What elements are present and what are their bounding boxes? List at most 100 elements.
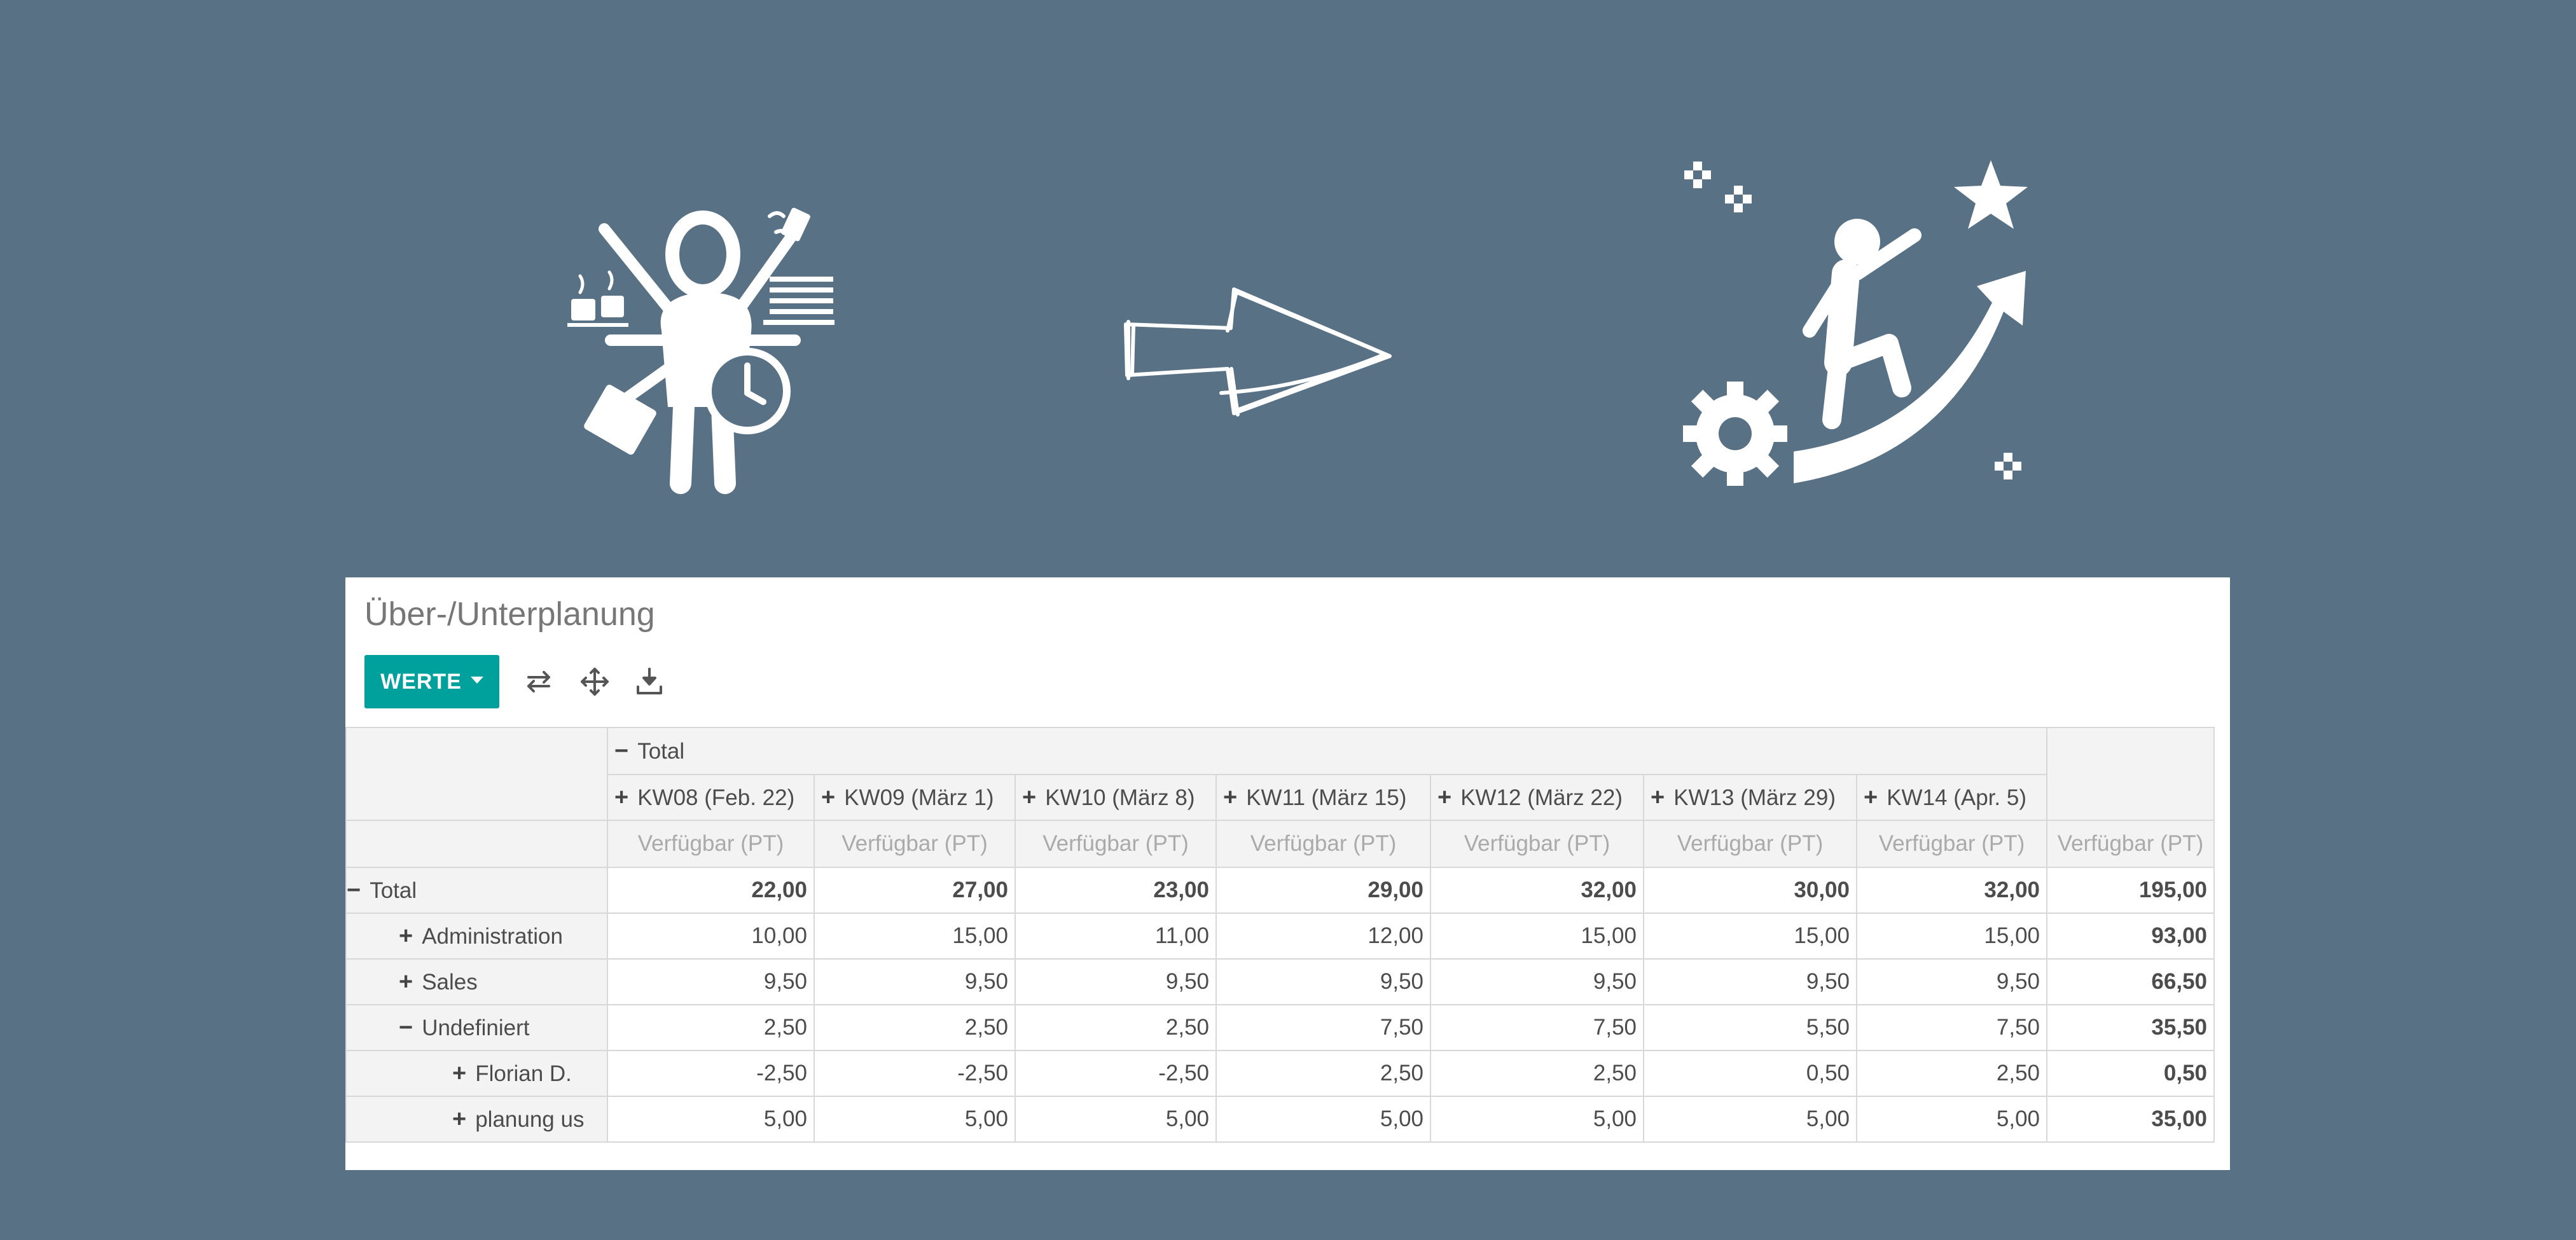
table-cell[interactable]: 32,00 (1430, 867, 1644, 914)
pivot-panel: Über-/Unterplanung WERTE − Total + KW08 … (345, 577, 2230, 1170)
row-total-cell[interactable]: 93,00 (2046, 913, 2215, 960)
table-cell[interactable]: 5,50 (1643, 1004, 1857, 1051)
row-label: Total (370, 878, 417, 903)
measure-header[interactable]: Verfügbar (PT) (1215, 820, 1431, 868)
table-cell[interactable]: 27,00 (814, 867, 1016, 914)
row-header[interactable]: − Undefiniert (345, 1004, 608, 1051)
table-cell[interactable]: 5,00 (814, 1096, 1016, 1143)
table-cell[interactable]: 23,00 (1014, 867, 1217, 914)
table-cell[interactable]: 2,50 (607, 1004, 815, 1051)
week-label: KW14 (Apr. 5) (1887, 785, 2026, 810)
collapse-icon: − (347, 876, 361, 904)
table-cell[interactable]: -2,50 (607, 1050, 815, 1097)
table-cell[interactable]: 2,50 (1215, 1050, 1431, 1097)
pivot-table: − Total + KW08 (Feb. 22) + KW09 (März 1) + KW1… (345, 727, 2215, 1143)
measure-header[interactable]: Verfügbar (PT) (814, 820, 1016, 868)
table-cell[interactable]: 9,50 (607, 958, 815, 1005)
row-total-cell[interactable]: 0,50 (2046, 1050, 2215, 1097)
week-column-header[interactable]: + KW08 (Feb. 22) (607, 774, 815, 821)
expand-icon: + (1437, 783, 1452, 811)
week-column-header[interactable]: + KW10 (März 8) (1014, 774, 1217, 821)
table-cell[interactable]: 32,00 (1855, 867, 2048, 914)
table-cell[interactable]: 30,00 (1643, 867, 1857, 914)
table-row: + Administration 10,00 15,00 11,00 12,00 15,00… (345, 913, 2215, 960)
col-group-label: Total (637, 738, 685, 764)
table-cell[interactable]: 9,50 (1855, 958, 2048, 1005)
table-cell[interactable]: 15,00 (1855, 913, 2048, 960)
row-header[interactable]: + planung us (345, 1096, 608, 1143)
measure-header[interactable]: Verfügbar (PT) (2046, 820, 2215, 868)
table-cell[interactable]: 5,00 (1643, 1096, 1857, 1143)
table-cell[interactable]: 2,50 (1855, 1050, 2048, 1097)
week-column-header[interactable]: + KW14 (Apr. 5) (1855, 774, 2048, 821)
week-column-header[interactable]: + KW09 (März 1) (814, 774, 1016, 821)
table-cell[interactable]: 7,50 (1430, 1004, 1644, 1051)
table-cell[interactable]: 9,50 (814, 958, 1016, 1005)
row-header[interactable]: + Sales (345, 958, 608, 1005)
col-group-header[interactable]: − Total (606, 727, 2048, 775)
row-header[interactable]: + Florian D. (345, 1050, 608, 1097)
expand-icon: + (614, 783, 629, 811)
expand-icon: + (452, 1059, 467, 1087)
table-row: − Undefiniert 2,50 2,50 2,50 7,50 7,50 5,50 7,50… (345, 1004, 2215, 1051)
table-cell[interactable]: 11,00 (1014, 913, 1217, 960)
week-label: KW08 (Feb. 22) (637, 785, 795, 810)
table-cell[interactable]: 22,00 (607, 867, 815, 914)
expand-all-icon[interactable] (577, 665, 613, 698)
table-cell[interactable]: 15,00 (814, 913, 1016, 960)
table-cell[interactable]: 5,00 (607, 1096, 815, 1143)
table-cell[interactable]: 7,50 (1215, 1004, 1431, 1051)
pivot-corner-cell (345, 727, 608, 821)
measure-header[interactable]: Verfügbar (PT) (1014, 820, 1217, 868)
collapse-icon: − (614, 737, 629, 764)
table-cell[interactable]: 15,00 (1643, 913, 1857, 960)
table-cell[interactable]: 9,50 (1215, 958, 1431, 1005)
measure-header[interactable]: Verfügbar (PT) (1855, 820, 2048, 868)
expand-icon: + (1651, 783, 1665, 811)
table-cell[interactable]: 15,00 (1430, 913, 1644, 960)
row-header[interactable]: − Total (345, 867, 608, 914)
table-cell[interactable]: 5,00 (1855, 1096, 2048, 1143)
row-label: Administration (422, 923, 563, 949)
table-cell[interactable]: 10,00 (607, 913, 815, 960)
table-cell[interactable]: 2,50 (1430, 1050, 1644, 1097)
row-total-cell[interactable]: 66,50 (2046, 958, 2215, 1005)
table-row: + Sales 9,50 9,50 9,50 9,50 9,50 9,50 9,50 66,50 (345, 958, 2215, 1005)
download-icon[interactable] (632, 665, 667, 698)
table-cell[interactable]: -2,50 (814, 1050, 1016, 1097)
overwhelmed-person-icon (567, 207, 834, 494)
table-cell[interactable]: 12,00 (1215, 913, 1431, 960)
row-total-cell[interactable]: 35,50 (2046, 1004, 2215, 1051)
table-cell[interactable]: 2,50 (814, 1004, 1016, 1051)
week-column-header[interactable]: + KW12 (März 22) (1430, 774, 1644, 821)
expand-icon: + (399, 968, 413, 995)
table-cell[interactable]: 7,50 (1855, 1004, 2048, 1051)
measures-dropdown-button[interactable]: WERTE (364, 655, 499, 708)
measure-header[interactable]: Verfügbar (PT) (607, 820, 815, 868)
measure-header[interactable]: Verfügbar (PT) (1643, 820, 1857, 868)
row-total-cell[interactable]: 195,00 (2046, 867, 2215, 914)
table-cell[interactable]: 9,50 (1430, 958, 1644, 1005)
measures-button-label: WERTE (380, 669, 462, 694)
row-total-cell[interactable]: 35,00 (2046, 1096, 2215, 1143)
table-cell[interactable]: 9,50 (1014, 958, 1217, 1005)
flip-axis-icon[interactable] (521, 665, 557, 698)
table-cell[interactable]: 0,50 (1643, 1050, 1857, 1097)
week-column-header[interactable]: + KW13 (März 29) (1643, 774, 1857, 821)
table-cell[interactable]: 5,00 (1014, 1096, 1217, 1143)
measure-corner-cell (345, 820, 608, 868)
week-column-header[interactable]: + KW11 (März 15) (1215, 774, 1431, 821)
table-cell[interactable]: 29,00 (1215, 867, 1431, 914)
expand-icon: + (1022, 783, 1037, 811)
table-cell[interactable]: 2,50 (1014, 1004, 1217, 1051)
table-cell[interactable]: 9,50 (1643, 958, 1857, 1005)
expand-icon: + (1223, 783, 1238, 811)
table-cell[interactable]: -2,50 (1014, 1050, 1217, 1097)
table-cell[interactable]: 5,00 (1430, 1096, 1644, 1143)
measure-header[interactable]: Verfügbar (PT) (1430, 820, 1644, 868)
table-row: + Florian D. -2,50 -2,50 -2,50 2,50 2,50 0,50 2,… (345, 1050, 2215, 1097)
row-header[interactable]: + Administration (345, 913, 608, 960)
table-cell[interactable]: 5,00 (1215, 1096, 1431, 1143)
table-row: + planung us 5,00 5,00 5,00 5,00 5,00 5,00 5,00 3… (345, 1096, 2215, 1143)
week-label: KW10 (März 8) (1045, 785, 1195, 810)
